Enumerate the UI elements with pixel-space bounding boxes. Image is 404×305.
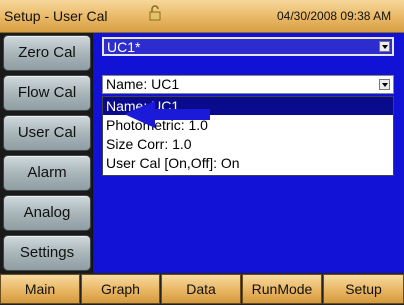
bottom-nav: Main Graph Data RunMode Setup bbox=[0, 273, 404, 305]
instrument-screen: Setup - User Cal 04/30/2008 09:38 AM Zer… bbox=[0, 0, 404, 305]
title-bar: Setup - User Cal 04/30/2008 09:38 AM bbox=[0, 0, 404, 33]
list-item[interactable]: User Cal [On,Off]: On bbox=[103, 154, 393, 172]
main-panel: UC1* Name: UC1 Name: UC1 Photometric: 1.… bbox=[93, 33, 404, 273]
sidebar: Zero Cal Flow Cal User Cal Alarm Analog … bbox=[0, 33, 92, 273]
lock-icon bbox=[149, 5, 161, 21]
sidebar-item-alarm[interactable]: Alarm bbox=[3, 155, 91, 191]
sidebar-item-user-cal[interactable]: User Cal bbox=[3, 115, 91, 151]
sidebar-item-flow-cal[interactable]: Flow Cal bbox=[3, 75, 91, 111]
arrow-left-icon bbox=[124, 101, 211, 128]
cal-select-value: UC1* bbox=[107, 39, 141, 55]
nav-setup[interactable]: Setup bbox=[323, 274, 404, 304]
list-item[interactable]: Size Corr: 1.0 bbox=[103, 135, 393, 153]
chevron-down-icon[interactable] bbox=[379, 41, 390, 52]
chevron-down-icon[interactable] bbox=[379, 79, 390, 90]
nav-data[interactable]: Data bbox=[161, 274, 241, 304]
nav-graph[interactable]: Graph bbox=[81, 274, 160, 304]
param-select-value: Name: UC1 bbox=[106, 76, 180, 92]
cal-select[interactable]: UC1* bbox=[102, 37, 394, 56]
sidebar-item-zero-cal[interactable]: Zero Cal bbox=[3, 35, 91, 71]
page-title: Setup - User Cal bbox=[4, 8, 108, 24]
nav-runmode[interactable]: RunMode bbox=[242, 274, 322, 304]
sidebar-item-settings[interactable]: Settings bbox=[3, 235, 91, 271]
nav-main[interactable]: Main bbox=[0, 274, 80, 304]
sidebar-item-analog[interactable]: Analog bbox=[3, 195, 91, 231]
datetime: 04/30/2008 09:38 AM bbox=[277, 9, 392, 23]
param-select[interactable]: Name: UC1 bbox=[102, 75, 394, 94]
